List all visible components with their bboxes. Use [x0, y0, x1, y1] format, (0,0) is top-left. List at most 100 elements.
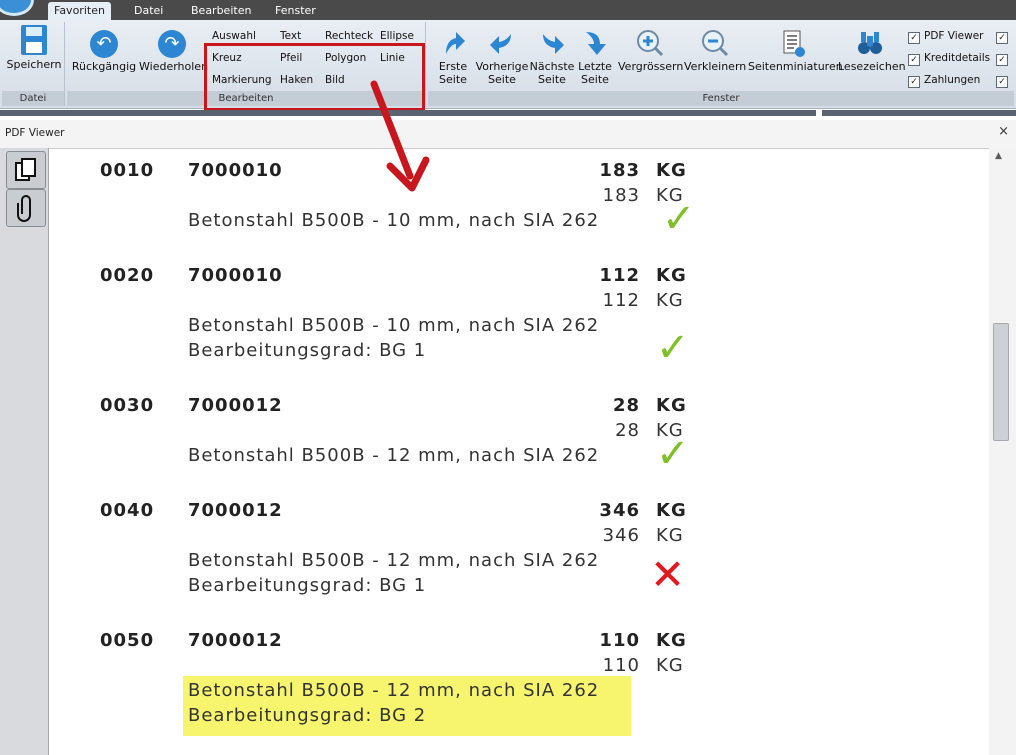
next-page-label-1: Nächste: [529, 60, 575, 73]
pane-separator: [822, 110, 1016, 116]
item-processing-grade: Bearbeitungsgrad: BG 1: [188, 340, 427, 361]
quantity-delivered: 112: [602, 290, 640, 311]
tab-fenster[interactable]: Fenster: [269, 2, 322, 20]
extra-checkbox-1[interactable]: ✓: [996, 30, 1012, 44]
unit-label: KG: [656, 265, 687, 286]
checkbox-checked-icon: ✓: [908, 76, 920, 88]
redo-icon: ↷: [158, 30, 186, 58]
unit-label: KG: [656, 290, 684, 311]
vertical-scrollbar[interactable]: ▲: [989, 148, 1016, 755]
floppy-disk-icon: [21, 25, 47, 55]
page-thumbnails-icon: [783, 30, 805, 57]
article-number: 7000012: [188, 395, 283, 416]
save-button[interactable]: Speichern: [6, 24, 62, 71]
item-description: Betonstahl B500B - 10 mm, nach SIA 262: [188, 315, 600, 336]
last-page-label-1: Letzte: [578, 60, 612, 73]
save-button-label: Speichern: [6, 58, 62, 71]
zahlungen-checkbox[interactable]: ✓ Zahlungen: [908, 74, 980, 88]
last-page-button[interactable]: Letzte Seite: [574, 28, 616, 86]
quantity-ordered: 183: [599, 160, 640, 181]
position-number: 0010: [100, 160, 155, 181]
undo-icon: ↶: [90, 30, 118, 58]
bookmarks-button[interactable]: Lesezeichen: [838, 28, 906, 73]
article-number: 7000012: [188, 630, 283, 651]
undo-button[interactable]: ↶ Rückgängig: [71, 30, 137, 73]
tool-ellipse[interactable]: Ellipse: [380, 30, 414, 42]
tool-auswahl[interactable]: Auswahl: [212, 30, 256, 42]
quantity-delivered: 346: [602, 525, 640, 546]
quantity-ordered: 28: [612, 395, 640, 416]
red-arrow-annotation: [370, 80, 430, 192]
tab-bearbeiten[interactable]: Bearbeiten: [185, 2, 257, 20]
extra-checkbox-3[interactable]: ✓: [996, 74, 1012, 88]
kreditdetails-checkbox-label: Kreditdetails: [924, 52, 991, 64]
pages-panel-button[interactable]: [6, 151, 46, 189]
item-processing-grade: Bearbeitungsgrad: BG 1: [188, 575, 427, 596]
previous-page-label-2: Seite: [488, 73, 516, 86]
checkmark-icon: ✓: [662, 196, 696, 242]
checkbox-checked-icon: ✓: [908, 32, 920, 44]
redo-button[interactable]: ↷ Wiederholen: [139, 30, 209, 73]
pdf-viewer-checkbox[interactable]: ✓ PDF Viewer: [908, 30, 984, 44]
checkmark-icon: ✓: [656, 431, 690, 477]
unit-label: KG: [656, 630, 687, 651]
unit-label: KG: [656, 655, 684, 676]
undo-button-label: Rückgängig: [71, 60, 137, 73]
ribbon: Speichern Datei ↶ Rückgängig ↷ Wiederhol…: [0, 20, 1016, 111]
group-datei: Speichern Datei: [2, 22, 65, 106]
pdf-viewer-panel-header: PDF Viewer ×: [0, 120, 1016, 149]
checkmark-icon: ✓: [656, 325, 690, 371]
article-number: 7000010: [188, 265, 283, 286]
quantity-ordered: 346: [599, 500, 640, 521]
article-number: 7000012: [188, 500, 283, 521]
quantity-ordered: 112: [599, 265, 640, 286]
unit-label: KG: [656, 395, 687, 416]
previous-page-button[interactable]: Vorherige Seite: [474, 28, 530, 86]
side-toolbar: [0, 148, 49, 755]
first-page-label-2: Seite: [439, 73, 467, 86]
kreditdetails-checkbox[interactable]: ✓ Kreditdetails: [908, 52, 990, 66]
article-number: 7000010: [188, 160, 283, 181]
first-page-button[interactable]: Erste Seite: [430, 28, 476, 86]
tool-text[interactable]: Text: [280, 30, 301, 42]
group-fenster: Erste Seite Vorherige Seite Nächste Seit…: [428, 22, 1014, 106]
unit-label: KG: [656, 160, 687, 181]
panel-title: PDF Viewer: [5, 127, 65, 139]
zoom-out-icon: [702, 30, 729, 57]
scrollbar-thumb[interactable]: [993, 323, 1009, 441]
attachments-panel-button[interactable]: [6, 189, 46, 227]
tab-datei[interactable]: Datei: [128, 2, 169, 20]
unit-label: KG: [656, 525, 684, 546]
app-menu-icon[interactable]: [0, 0, 34, 16]
scroll-up-arrow-icon[interactable]: ▲: [995, 151, 1002, 161]
position-number: 0030: [100, 395, 155, 416]
zoom-in-label: Vergrössern: [618, 60, 684, 73]
quantity-delivered: 110: [602, 655, 640, 676]
arrow-down-icon: [586, 32, 606, 55]
thumbnails-label: Seitenminiaturen: [748, 60, 843, 73]
extra-checkbox-2[interactable]: ✓: [996, 52, 1012, 66]
position-number: 0050: [100, 630, 155, 651]
quantity-ordered: 110: [599, 630, 640, 651]
zoom-out-button[interactable]: Verkleinern: [684, 28, 746, 73]
checkbox-checked-icon: ✓: [996, 32, 1008, 44]
next-page-label-2: Seite: [538, 73, 566, 86]
zoom-in-button[interactable]: Vergrössern: [618, 28, 684, 73]
group-label-fenster: Fenster: [428, 91, 1014, 106]
item-description: Betonstahl B500B - 12 mm, nach SIA 262: [188, 550, 600, 571]
item-description: Betonstahl B500B - 12 mm, nach SIA 262: [188, 445, 600, 466]
tab-favoriten[interactable]: Favoriten: [48, 2, 111, 20]
first-page-label-1: Erste: [438, 60, 468, 73]
arrow-up-icon: [446, 32, 465, 54]
tool-rechteck[interactable]: Rechteck: [325, 30, 373, 42]
last-page-label-2: Seite: [581, 73, 609, 86]
arrow-back-icon: [490, 34, 511, 54]
thumbnails-button[interactable]: Seitenminiaturen: [748, 28, 843, 73]
close-icon[interactable]: ×: [998, 124, 1009, 139]
previous-page-label-1: Vorherige: [475, 60, 529, 73]
cross-icon: ✕: [650, 550, 686, 599]
next-page-button[interactable]: Nächste Seite: [529, 28, 575, 86]
paperclip-icon: [17, 195, 31, 222]
redo-button-label: Wiederholen: [139, 60, 209, 73]
checkbox-checked-icon: ✓: [996, 54, 1008, 66]
